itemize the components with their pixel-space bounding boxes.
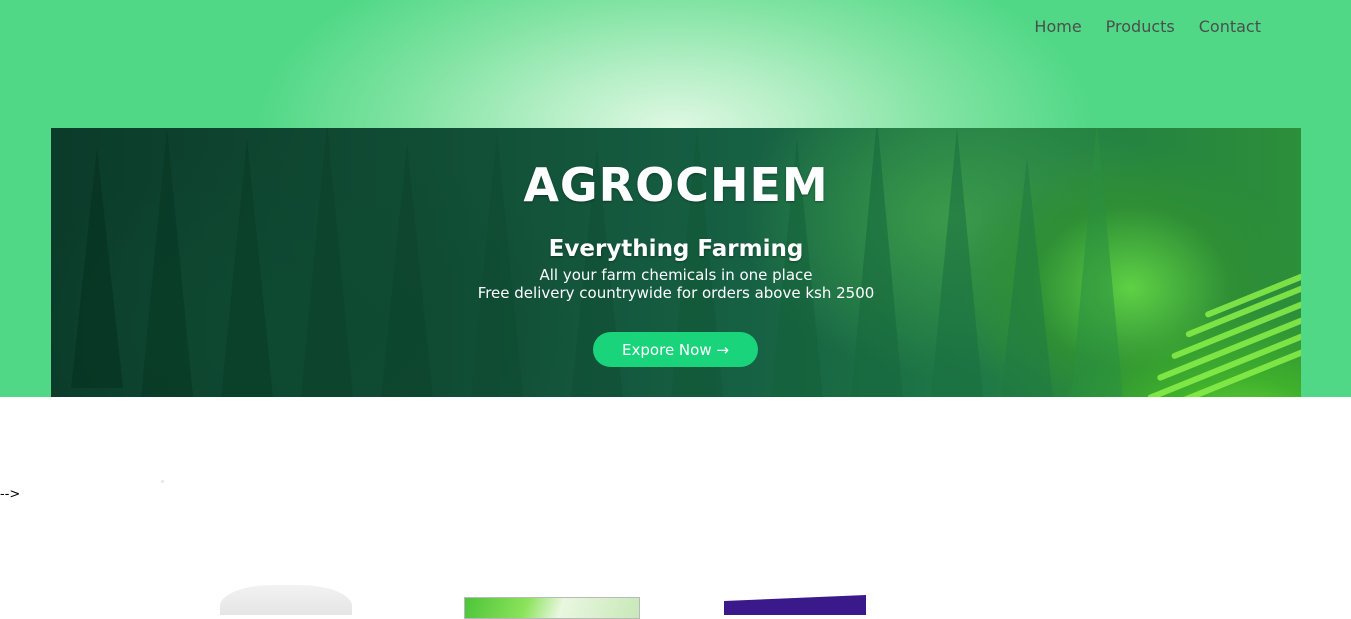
product-image-purple-pack[interactable] [724,595,866,615]
hero-subtitle: Everything Farming [548,236,804,262]
top-navigation: Home Products Contact [1034,17,1261,36]
hero-title: AGROCHEM [523,158,829,212]
product-image-green-box[interactable] [464,597,640,619]
hero-banner: AGROCHEM Everything Farming All your far… [51,128,1301,397]
hero-tagline: All your farm chemicals in one place [539,266,813,284]
nav-home-link[interactable]: Home [1034,17,1081,36]
stray-dot [161,480,164,483]
product-image-white-bag[interactable] [220,585,352,615]
nav-products-link[interactable]: Products [1106,17,1175,36]
hero-content: AGROCHEM Everything Farming All your far… [51,128,1301,397]
nav-contact-link[interactable]: Contact [1199,17,1261,36]
stray-comment-text: --> [0,487,21,502]
hero-delivery-note: Free delivery countrywide for orders abo… [477,284,875,302]
explore-now-button[interactable]: Expore Now → [593,332,758,367]
